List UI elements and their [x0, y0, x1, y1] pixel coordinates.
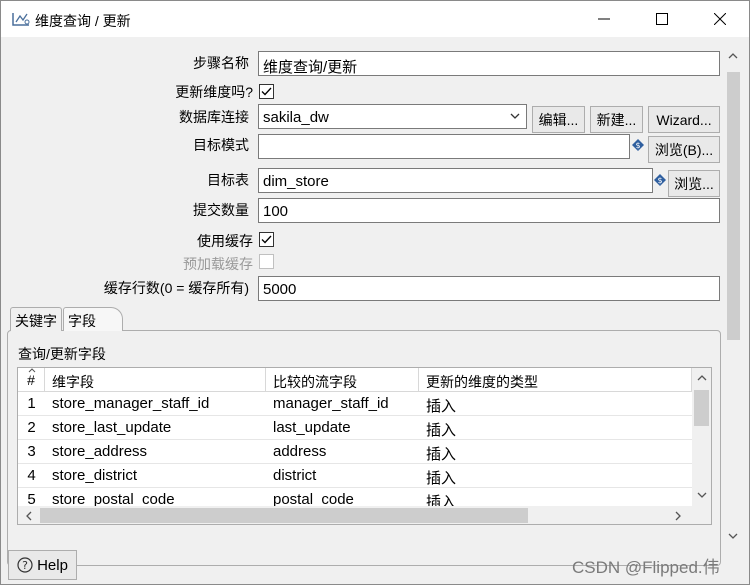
cache-rows-input[interactable]: 5000	[258, 276, 720, 301]
row-number: 1	[18, 392, 45, 416]
scroll-up-icon	[697, 375, 707, 381]
target-schema-label: 目标模式	[193, 137, 249, 153]
svg-text:$: $	[635, 141, 640, 150]
dim-field-cell[interactable]: store_district	[45, 464, 266, 488]
stream-field-cell[interactable]: address	[266, 440, 419, 464]
table-horizontal-scroll-thumb[interactable]	[40, 508, 528, 523]
checkmark-icon	[261, 87, 272, 96]
commit-size-input[interactable]: 100	[258, 198, 720, 223]
update-dimension-checkbox[interactable]	[259, 84, 274, 99]
dialog-window: 维度查询 / 更新 步骤名称 维度查询/更新 更新维度吗? 数据库连接 saki…	[0, 0, 750, 585]
maximize-icon	[656, 13, 668, 25]
variable-icon: $	[654, 174, 666, 186]
commit-size-label: 提交数量	[193, 202, 249, 218]
help-icon: ?	[17, 557, 33, 573]
step-name-label: 步骤名称	[193, 55, 249, 71]
row-number: 2	[18, 416, 45, 440]
dim-field-cell[interactable]: store_address	[45, 440, 266, 464]
checkmark-icon	[261, 235, 272, 244]
stream-field-cell[interactable]: manager_staff_id	[266, 392, 419, 416]
fields-section-title: 查询/更新字段	[18, 346, 106, 362]
svg-text:$: $	[657, 176, 662, 185]
maximize-button[interactable]	[633, 1, 691, 37]
wizard-button[interactable]: Wizard...	[648, 106, 720, 133]
target-table-label: 目标表	[207, 172, 249, 188]
scroll-right-icon	[675, 511, 681, 521]
table-horizontal-scrollbar[interactable]	[18, 506, 711, 524]
update-type-cell[interactable]: 插入	[419, 392, 692, 416]
column-header-number[interactable]: #	[18, 368, 45, 392]
update-type-cell[interactable]: 插入	[419, 416, 692, 440]
dim-field-cell[interactable]: store_manager_staff_id	[45, 392, 266, 416]
dim-field-cell[interactable]: store_last_update	[45, 416, 266, 440]
use-cache-checkbox[interactable]	[259, 232, 274, 247]
row-number: 4	[18, 464, 45, 488]
close-icon	[714, 13, 726, 25]
table-vertical-scrollbar[interactable]	[692, 368, 711, 507]
db-connection-value: sakila_dw	[263, 109, 329, 126]
title-bar: 维度查询 / 更新	[1, 1, 749, 37]
target-table-input[interactable]: dim_store	[258, 168, 653, 193]
svg-text:?: ?	[22, 559, 28, 572]
scroll-left-icon	[26, 511, 32, 521]
dialog-vertical-scrollbar[interactable]	[724, 42, 742, 577]
scroll-down-icon	[728, 533, 738, 539]
db-connection-label: 数据库连接	[179, 109, 249, 125]
tab-keys[interactable]: 关键字	[10, 307, 62, 331]
scroll-down-icon	[697, 492, 707, 498]
update-type-cell[interactable]: 插入	[419, 440, 692, 464]
fields-table: # 维字段 比较的流字段 更新的维度的类型 1 store_manager_st…	[17, 367, 712, 525]
use-cache-label: 使用缓存	[197, 233, 253, 249]
variable-icon: $	[632, 139, 644, 151]
browse-table-button[interactable]: 浏览...	[668, 170, 720, 197]
db-connection-select[interactable]: sakila_dw	[258, 104, 527, 129]
window-title: 维度查询 / 更新	[35, 13, 131, 29]
sort-up-icon	[28, 368, 36, 373]
browse-schema-button[interactable]: 浏览(B)...	[648, 136, 720, 163]
step-name-input[interactable]: 维度查询/更新	[258, 51, 720, 76]
tab-fields[interactable]: 字段	[63, 307, 123, 331]
column-header-dim-field[interactable]: 维字段	[45, 368, 266, 392]
chevron-down-icon	[510, 113, 520, 119]
stream-field-cell[interactable]: last_update	[266, 416, 419, 440]
dimension-lookup-icon	[12, 13, 30, 26]
scroll-up-icon	[728, 53, 738, 59]
new-connection-button[interactable]: 新建...	[590, 106, 643, 133]
watermark: CSDN @Flipped.伟	[572, 558, 720, 577]
preload-cache-label: 预加载缓存	[183, 256, 253, 272]
row-number: 3	[18, 440, 45, 464]
update-type-cell[interactable]: 插入	[419, 464, 692, 488]
help-button-label: Help	[37, 556, 68, 574]
table-vertical-scroll-thumb[interactable]	[694, 390, 709, 426]
dialog-vertical-scroll-thumb[interactable]	[727, 72, 740, 340]
dialog-body: 步骤名称 维度查询/更新 更新维度吗? 数据库连接 sakila_dw 编辑..…	[1, 37, 749, 584]
minimize-icon	[598, 18, 610, 20]
column-header-stream-field[interactable]: 比较的流字段	[266, 368, 419, 392]
target-schema-input[interactable]	[258, 134, 630, 159]
column-header-update-type[interactable]: 更新的维度的类型	[419, 368, 692, 392]
edit-connection-button[interactable]: 编辑...	[532, 106, 585, 133]
update-dimension-label: 更新维度吗?	[175, 84, 253, 100]
cache-rows-label: 缓存行数(0 = 缓存所有)	[103, 280, 249, 296]
stream-field-cell[interactable]: district	[266, 464, 419, 488]
help-button[interactable]: ? Help	[8, 550, 77, 580]
tab-fields-label: 字段	[68, 313, 96, 329]
minimize-button[interactable]	[575, 1, 633, 37]
preload-cache-checkbox[interactable]	[259, 254, 274, 269]
close-button[interactable]	[691, 1, 749, 37]
